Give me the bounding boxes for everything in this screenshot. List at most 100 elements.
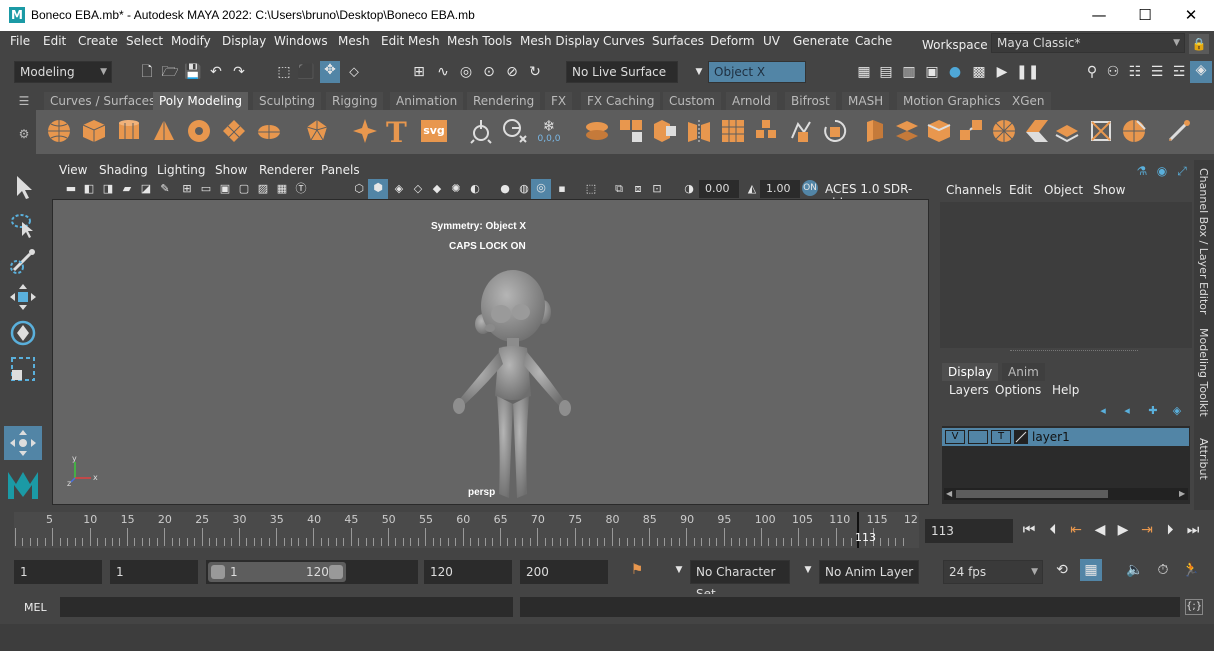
wireframe-icon[interactable]: ⬡ [350, 180, 368, 198]
wireframe-on-shaded-icon[interactable]: ◈ [390, 180, 408, 198]
channel-menu-edit[interactable]: Edit [1009, 183, 1032, 197]
menu-create[interactable]: Create [78, 34, 118, 48]
shelf-menu-icon[interactable]: ☰ [16, 94, 32, 110]
scene-end-field[interactable]: 200 [520, 560, 608, 584]
poly-cube-icon[interactable] [81, 118, 107, 144]
tab-animation[interactable]: Animation [390, 92, 464, 110]
minimize-button[interactable]: — [1076, 0, 1122, 31]
scroll-left-icon[interactable]: ◀ [946, 489, 952, 498]
sculpt-brush-icon[interactable] [1166, 118, 1192, 144]
bridge-icon[interactable] [894, 118, 920, 144]
chevron-down-icon[interactable]: ▼ [799, 561, 817, 579]
tab-xgen[interactable]: XGen [1006, 92, 1051, 110]
modeling-toolkit-icon[interactable]: ⚲ [1083, 63, 1101, 81]
side-tab-modeling-toolkit[interactable]: Modeling Toolkit [1197, 328, 1210, 417]
scale-tool-icon[interactable] [8, 354, 38, 384]
live-surface-field[interactable]: No Live Surface [566, 61, 678, 83]
viewport-menu-renderer[interactable]: Renderer [259, 163, 314, 177]
undo-icon[interactable]: ↶ [207, 63, 225, 81]
tab-sculpting[interactable]: Sculpting [253, 92, 322, 110]
arnold-ipr-icon[interactable]: ▶ [993, 63, 1011, 81]
side-tab-attribute-editor[interactable]: Attribut [1197, 438, 1210, 480]
target-weld-icon[interactable] [1088, 118, 1114, 144]
smooth-icon[interactable] [720, 118, 746, 144]
current-frame-field[interactable]: 113 [925, 519, 1013, 543]
attribute-toggle-icon[interactable]: ◉ [1153, 162, 1171, 180]
sound-icon[interactable]: 🔈 [1126, 561, 1144, 579]
measure-tool-icon[interactable] [502, 118, 528, 144]
tab-motion-graphics[interactable]: Motion Graphics [897, 92, 1007, 110]
channel-box-icon[interactable]: ☲ [1170, 63, 1188, 81]
layer-playback-toggle[interactable] [968, 430, 988, 444]
quad-draw-icon[interactable] [1121, 118, 1147, 144]
step-back-frame-icon[interactable]: ⏴ [1044, 521, 1062, 539]
maya-home-icon[interactable] [5, 468, 41, 502]
render-settings-icon[interactable]: ▣ [923, 63, 941, 81]
shadows-icon[interactable]: ✺ [447, 180, 465, 198]
layer-menu-help[interactable]: Help [1052, 383, 1079, 397]
viewport-menu-lighting[interactable]: Lighting [157, 163, 206, 177]
layer-color-swatch[interactable] [1014, 430, 1028, 444]
menu-uv[interactable]: UV [763, 34, 780, 48]
color-management-toggle-icon[interactable]: ON [802, 180, 818, 196]
open-scene-icon[interactable]: 🗁 [161, 63, 179, 81]
new-layer-icon[interactable]: ✚ [1144, 402, 1162, 420]
select-object-icon[interactable]: ⬛ [297, 63, 315, 81]
select-hierarchy-icon[interactable]: ⬚ [275, 63, 293, 81]
gate-mask-icon[interactable]: ▢ [235, 180, 253, 198]
fps-dropdown[interactable]: 24 fps ▼ [943, 560, 1043, 584]
render-frame-icon[interactable]: ▤ [877, 63, 895, 81]
layer-name[interactable]: layer1 [1032, 430, 1070, 444]
character-set-dropdown[interactable]: No Character Set [690, 560, 790, 601]
image-plane-icon[interactable]: ▰ [118, 180, 136, 198]
grease-pencil-icon[interactable]: ✎ [156, 180, 174, 198]
poly-plane-icon[interactable] [221, 118, 247, 144]
attribute-editor-icon[interactable]: ☷ [1126, 63, 1144, 81]
snap-view-icon[interactable]: ⊙ [480, 63, 498, 81]
select-camera-icon[interactable]: ▬ [62, 180, 80, 198]
snap-center-icon[interactable]: ↻ [526, 63, 544, 81]
range-slider-thumb[interactable]: 1 120 [208, 562, 346, 582]
two-d-pan-icon[interactable]: ◪ [137, 180, 155, 198]
snap-point-icon[interactable]: ◎ [457, 63, 475, 81]
tab-mash[interactable]: MASH [842, 92, 890, 110]
range-slider-end-handle[interactable] [329, 565, 343, 579]
menu-generate[interactable]: Generate [793, 34, 849, 48]
extrude-icon[interactable] [861, 118, 887, 144]
tab-arnold[interactable]: Arnold [726, 92, 777, 110]
select-vertex-icon[interactable]: ⬦ [345, 63, 363, 81]
xray-joints-icon[interactable]: ⧉ [610, 180, 628, 198]
time-slider[interactable]: 5 10 15 20 25 30 35 40 45 50 55 60 65 70 75 80 85 90 95 100… [14, 512, 919, 548]
menu-deform[interactable]: Deform [710, 34, 755, 48]
safe-title-icon[interactable]: Ⓣ [292, 180, 310, 198]
go-to-end-icon[interactable]: ⏭ [1184, 521, 1202, 539]
chevron-down-icon[interactable]: ▼ [670, 561, 688, 579]
arnold-render-icon[interactable]: ▩ [970, 63, 988, 81]
run-man-icon[interactable]: 🏃 [1182, 561, 1200, 579]
poly-torus-icon[interactable] [186, 118, 212, 144]
tab-fx[interactable]: FX [545, 92, 573, 110]
use-all-lights-icon[interactable]: ◆ [428, 180, 446, 198]
viewport-menu-view[interactable]: View [59, 163, 87, 177]
menu-select[interactable]: Select [126, 34, 163, 48]
scene-start-field[interactable]: 1 [14, 560, 102, 584]
gamma-field[interactable]: 1.00 [760, 180, 800, 198]
menu-windows[interactable]: Windows [274, 34, 328, 48]
svg-tool-icon[interactable]: svg [421, 120, 447, 142]
channel-box-toggle-icon[interactable]: ⚗ [1133, 162, 1151, 180]
snap-surface-icon[interactable]: ⊘ [503, 63, 521, 81]
exposure-field[interactable]: 0.00 [699, 180, 739, 198]
xray-icon[interactable]: ⬚ [582, 180, 600, 198]
cache-playback-icon[interactable]: ▦ [1080, 559, 1102, 581]
menu-mesh-display[interactable]: Mesh Display [520, 34, 600, 48]
scroll-right-icon[interactable]: ▶ [1179, 489, 1185, 498]
select-component-icon[interactable]: ✥ [320, 61, 340, 83]
ambient-occlusion-icon[interactable]: ◐ [466, 180, 484, 198]
offset-edge-loop-icon[interactable] [1054, 118, 1080, 144]
hypershade-icon[interactable]: ● [946, 63, 964, 81]
layer-horizontal-scrollbar[interactable]: ◀ ▶ [944, 488, 1188, 500]
new-layer-selected-icon[interactable]: ◈ [1168, 402, 1186, 420]
viewport-menu-panels[interactable]: Panels [321, 163, 360, 177]
depth-of-field-icon[interactable]: ◎ [531, 179, 551, 199]
render-view-icon[interactable]: ▦ [855, 63, 873, 81]
